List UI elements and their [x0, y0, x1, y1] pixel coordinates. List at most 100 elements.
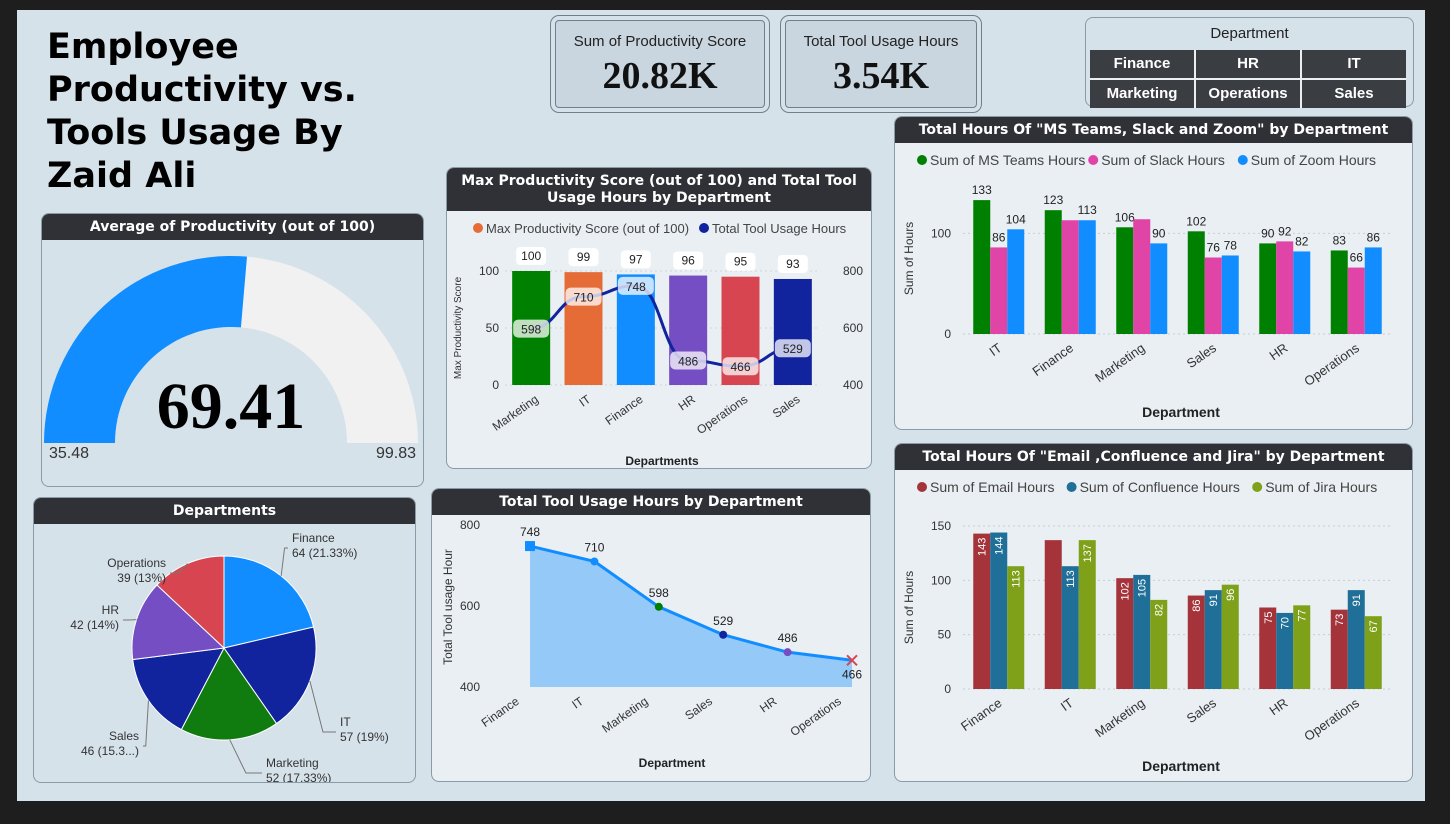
kpi-value: 20.82K [602, 55, 718, 97]
x-tick-label: Marketing [599, 694, 650, 736]
pie-label-name: HR [102, 603, 120, 617]
comm-title: Total Hours Of "MS Teams, Slack and Zoom… [895, 117, 1412, 143]
prod-card[interactable]: Total Hours Of "Email ,Confluence and Ji… [894, 443, 1413, 782]
data-label: 97 [629, 252, 643, 266]
data-label: 86 [1191, 600, 1203, 612]
bar [1116, 227, 1134, 334]
area-card[interactable]: Total Tool Usage Hours by Department 400… [431, 488, 871, 782]
bar [1061, 220, 1079, 334]
data-label: 73 [1334, 614, 1346, 626]
data-label: 75 [1263, 612, 1275, 624]
gauge-min-label: 35.48 [49, 445, 89, 462]
x-tick-label: Operations [1301, 340, 1362, 389]
data-label: 90 [1152, 226, 1166, 240]
kpi-card-tool-usage[interactable]: Total Tool Usage Hours 3.54K [785, 20, 977, 108]
x-tick-label: Finance [479, 694, 522, 730]
legend-marker [1252, 482, 1263, 492]
prod-title: Total Hours Of "Email ,Confluence and Ji… [895, 444, 1412, 470]
pie-label-name: Finance [292, 531, 335, 545]
legend-marker [1066, 482, 1077, 492]
data-label: 66 [1350, 251, 1364, 265]
y-tick-label: 100 [479, 264, 499, 278]
legend-label: Sum of Slack Hours [1101, 152, 1225, 168]
pie-label-value: 57 (19%) [340, 730, 389, 744]
slicer-option-finance[interactable]: Finance [1090, 50, 1194, 78]
data-label: 598 [521, 323, 541, 337]
bar [990, 247, 1008, 334]
data-label: 102 [1186, 214, 1206, 228]
x-axis-title: Department [639, 756, 706, 770]
bar [1364, 247, 1382, 334]
x-tick-label: Sales [770, 392, 803, 421]
y-tick-label: 400 [460, 680, 480, 694]
gauge-value: 69.41 [157, 370, 306, 443]
data-marker [525, 541, 535, 552]
x-tick-label: Finance [958, 695, 1004, 734]
y-tick-label: 600 [460, 599, 480, 613]
legend-marker [473, 223, 483, 233]
x-tick-label: Sales [1184, 695, 1220, 726]
slicer-option-marketing[interactable]: Marketing [1090, 80, 1194, 108]
data-label: 137 [1082, 544, 1094, 562]
pie-label-name: Sales [109, 729, 139, 743]
data-marker [590, 557, 599, 566]
kpi-value: 3.54K [832, 55, 930, 97]
legend-marker [699, 223, 709, 233]
legend-marker [917, 155, 927, 165]
data-label: 466 [730, 360, 750, 374]
data-label: 123 [1043, 193, 1063, 207]
combo-card[interactable]: Max Productivity Score (out of 100) and … [446, 167, 872, 469]
bar [990, 532, 1008, 689]
data-label: 83 [1333, 233, 1347, 247]
data-label: 144 [994, 537, 1006, 555]
data-label: 710 [573, 291, 593, 305]
data-label: 67 [1368, 620, 1380, 632]
x-tick-label: Sales [1184, 340, 1220, 371]
slicer-option-operations[interactable]: Operations [1196, 80, 1300, 108]
pie-title: Departments [34, 498, 415, 524]
bar [1293, 251, 1311, 334]
legend-marker [1237, 155, 1248, 165]
gauge-max-label: 99.83 [376, 445, 416, 462]
pie-label-name: Marketing [266, 756, 319, 770]
y-tick-label: 800 [460, 518, 480, 532]
legend-marker [1088, 155, 1099, 165]
bar [1221, 255, 1239, 334]
legend-label: Sum of MS Teams Hours [930, 152, 1085, 168]
bar [1187, 231, 1205, 334]
kpi-label: Total Tool Usage Hours [803, 33, 959, 50]
x-tick-label: IT [1058, 695, 1076, 714]
data-label: 86 [992, 230, 1006, 244]
slicer-options: Finance HR IT Marketing Operations Sales [1090, 50, 1406, 108]
data-label: 133 [972, 183, 992, 197]
slicer-option-hr[interactable]: HR [1196, 50, 1300, 78]
page-title: Employee Productivity vs. Tools Usage By… [47, 27, 357, 196]
kpi-card-productivity[interactable]: Sum of Productivity Score 20.82K [555, 20, 765, 108]
y-tick-label: 50 [938, 628, 952, 642]
pie-leader-line [229, 739, 262, 774]
x-tick-label: Marketing [1092, 340, 1147, 385]
data-label: 91 [1208, 594, 1220, 606]
x-tick-label: HR [1266, 340, 1290, 363]
bar [1150, 243, 1168, 334]
data-label: 100 [521, 249, 541, 263]
y-tick-label: 50 [486, 321, 500, 335]
x-axis-title: Departments [625, 454, 699, 468]
data-label: 86 [1367, 230, 1381, 244]
bar [1007, 229, 1025, 334]
gauge-card[interactable]: Average of Productivity (out of 100) 69.… [41, 213, 424, 487]
pie-leader-line [309, 680, 336, 733]
y-axis-title: Max Productivity Score [453, 276, 464, 379]
pie-chart: Finance64 (21.33%) IT57 (19%) Marketing52 … [70, 531, 389, 782]
pie-label-value: 42 (14%) [70, 618, 119, 632]
comm-card[interactable]: Total Hours Of "MS Teams, Slack and Zoom… [894, 116, 1413, 430]
pie-card[interactable]: Departments Finance 64 (21.33%) IT 57 (19%)… [33, 497, 416, 783]
legend-label: Sum of Email Hours [930, 479, 1054, 495]
pie-leader-line [143, 700, 149, 747]
pie-label-name: Operations [107, 556, 166, 570]
slicer-option-it[interactable]: IT [1302, 50, 1406, 78]
slicer-option-sales[interactable]: Sales [1302, 80, 1406, 108]
x-tick-label: IT [986, 340, 1004, 359]
x-tick-label: Marketing [490, 392, 541, 434]
data-label: 92 [1278, 224, 1292, 238]
